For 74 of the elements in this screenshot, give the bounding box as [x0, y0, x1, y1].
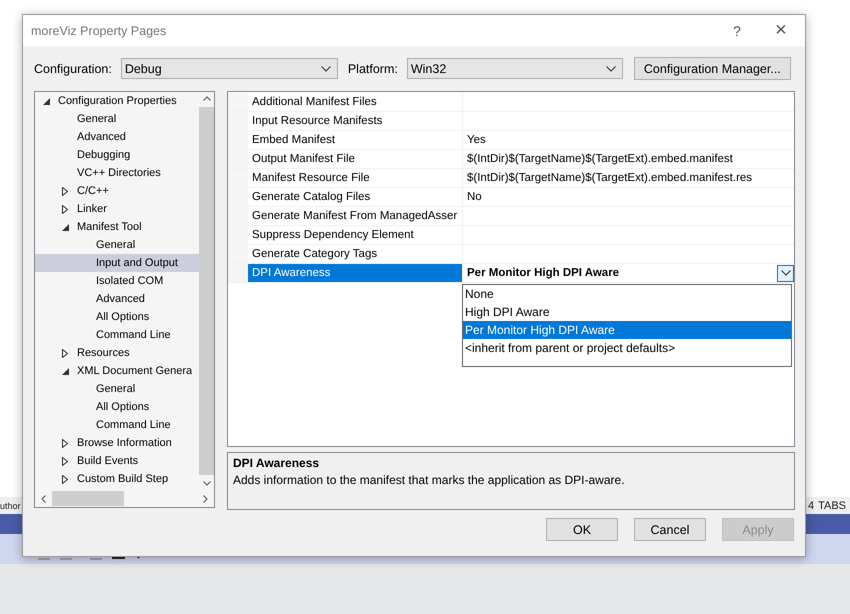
- dropdown-option[interactable]: High DPI Aware: [463, 303, 791, 321]
- window-title: moreViz Property Pages: [31, 24, 166, 38]
- expanded-triangle-icon[interactable]: [43, 98, 50, 104]
- property-name[interactable]: Embed Manifest: [248, 131, 463, 149]
- collapsed-triangle-icon[interactable]: [62, 474, 68, 484]
- status-text: uthor: [0, 500, 21, 510]
- platform-dropdown[interactable]: Win32: [406, 58, 623, 79]
- dropdown-option[interactable]: Per Monitor High DPI Aware: [463, 321, 791, 339]
- status-text: 4: [808, 500, 814, 512]
- property-name[interactable]: DPI Awareness: [248, 264, 463, 282]
- configuration-manager-button[interactable]: Configuration Manager...: [634, 57, 791, 80]
- tree-item[interactable]: Advanced: [35, 290, 199, 308]
- tree-item[interactable]: Build Events: [35, 452, 199, 470]
- scroll-down-icon[interactable]: [202, 481, 210, 486]
- tree-item[interactable]: General: [35, 110, 199, 128]
- scroll-left-icon[interactable]: [41, 494, 46, 502]
- property-name[interactable]: Generate Manifest From ManagedAsser: [248, 207, 463, 225]
- tree-item[interactable]: Input and Output: [35, 254, 199, 272]
- configuration-dropdown[interactable]: Debug: [120, 58, 338, 79]
- chevron-down-icon: [780, 270, 790, 276]
- property-name[interactable]: Generate Catalog Files: [248, 188, 463, 206]
- dropdown-option[interactable]: None: [463, 285, 791, 303]
- dropdown-button[interactable]: [777, 264, 794, 282]
- chevron-down-icon: [320, 66, 331, 72]
- collapsed-triangle-icon[interactable]: [62, 438, 68, 448]
- property-value: $(IntDir)$(TargetName)$(TargetExt).embed.manifest.res: [467, 172, 752, 184]
- description-text: Adds information to the manifest that marks the application as DPI-aware.: [233, 473, 626, 487]
- property-name[interactable]: Suppress Dependency Element: [248, 226, 463, 244]
- tree-item[interactable]: XML Document Genera: [35, 362, 199, 380]
- scroll-up-icon[interactable]: [202, 96, 210, 101]
- collapsed-triangle-icon[interactable]: [62, 204, 68, 214]
- tree-item[interactable]: All Options: [35, 398, 199, 416]
- tree-item[interactable]: Browse Information: [35, 434, 199, 452]
- status-text: TABS: [818, 500, 846, 512]
- dialog-button[interactable]: OK: [546, 518, 618, 541]
- configuration-label: Configuration:: [34, 62, 112, 76]
- tree-item[interactable]: General: [35, 236, 199, 254]
- tree-item[interactable]: Resources: [35, 344, 199, 362]
- tree-item[interactable]: Configuration Properties: [35, 92, 199, 110]
- tree-item[interactable]: General: [35, 380, 199, 398]
- expanded-triangle-icon[interactable]: [62, 224, 69, 230]
- scrollbar-thumb[interactable]: [52, 491, 124, 506]
- property-name[interactable]: Input Resource Manifests: [248, 112, 463, 130]
- property-name[interactable]: Generate Category Tags: [248, 245, 463, 263]
- property-value: Yes: [467, 134, 486, 146]
- tree-item[interactable]: Isolated COM: [35, 272, 199, 290]
- tree-item[interactable]: Advanced: [35, 128, 199, 146]
- tree-item[interactable]: Command Line: [35, 326, 199, 344]
- collapsed-triangle-icon[interactable]: [62, 348, 68, 358]
- dialog-button[interactable]: Cancel: [634, 518, 706, 541]
- close-button[interactable]: ×: [759, 15, 803, 46]
- tree-item[interactable]: C/C++: [35, 182, 199, 200]
- tree-item[interactable]: Manifest Tool: [35, 218, 199, 236]
- expanded-triangle-icon[interactable]: [62, 368, 69, 374]
- property-name[interactable]: Additional Manifest Files: [248, 93, 463, 111]
- description-title: DPI Awareness: [233, 456, 320, 470]
- collapsed-triangle-icon[interactable]: [62, 186, 68, 196]
- platform-label: Platform:: [348, 62, 398, 76]
- scroll-right-icon[interactable]: [203, 494, 208, 502]
- tree-item[interactable]: Debugging: [35, 146, 199, 164]
- property-value: No: [467, 191, 482, 203]
- chevron-down-icon: [606, 66, 616, 72]
- help-button[interactable]: ?: [715, 15, 759, 46]
- tree-item[interactable]: Linker: [35, 200, 199, 218]
- property-value: $(IntDir)$(TargetName)$(TargetExt).embed.manifest: [467, 153, 733, 165]
- dropdown-option[interactable]: <inherit from parent or project defaults>: [463, 339, 791, 357]
- tree-item[interactable]: All Options: [35, 308, 199, 326]
- collapsed-triangle-icon[interactable]: [62, 456, 68, 466]
- tree-item[interactable]: VC++ Directories: [35, 164, 199, 182]
- property-name[interactable]: Manifest Resource File: [248, 169, 463, 187]
- tree-item[interactable]: Custom Build Step: [35, 470, 199, 488]
- tree-item[interactable]: Command Line: [35, 416, 199, 434]
- property-name[interactable]: Output Manifest File: [248, 150, 463, 168]
- property-value: Per Monitor High DPI Aware: [467, 267, 620, 279]
